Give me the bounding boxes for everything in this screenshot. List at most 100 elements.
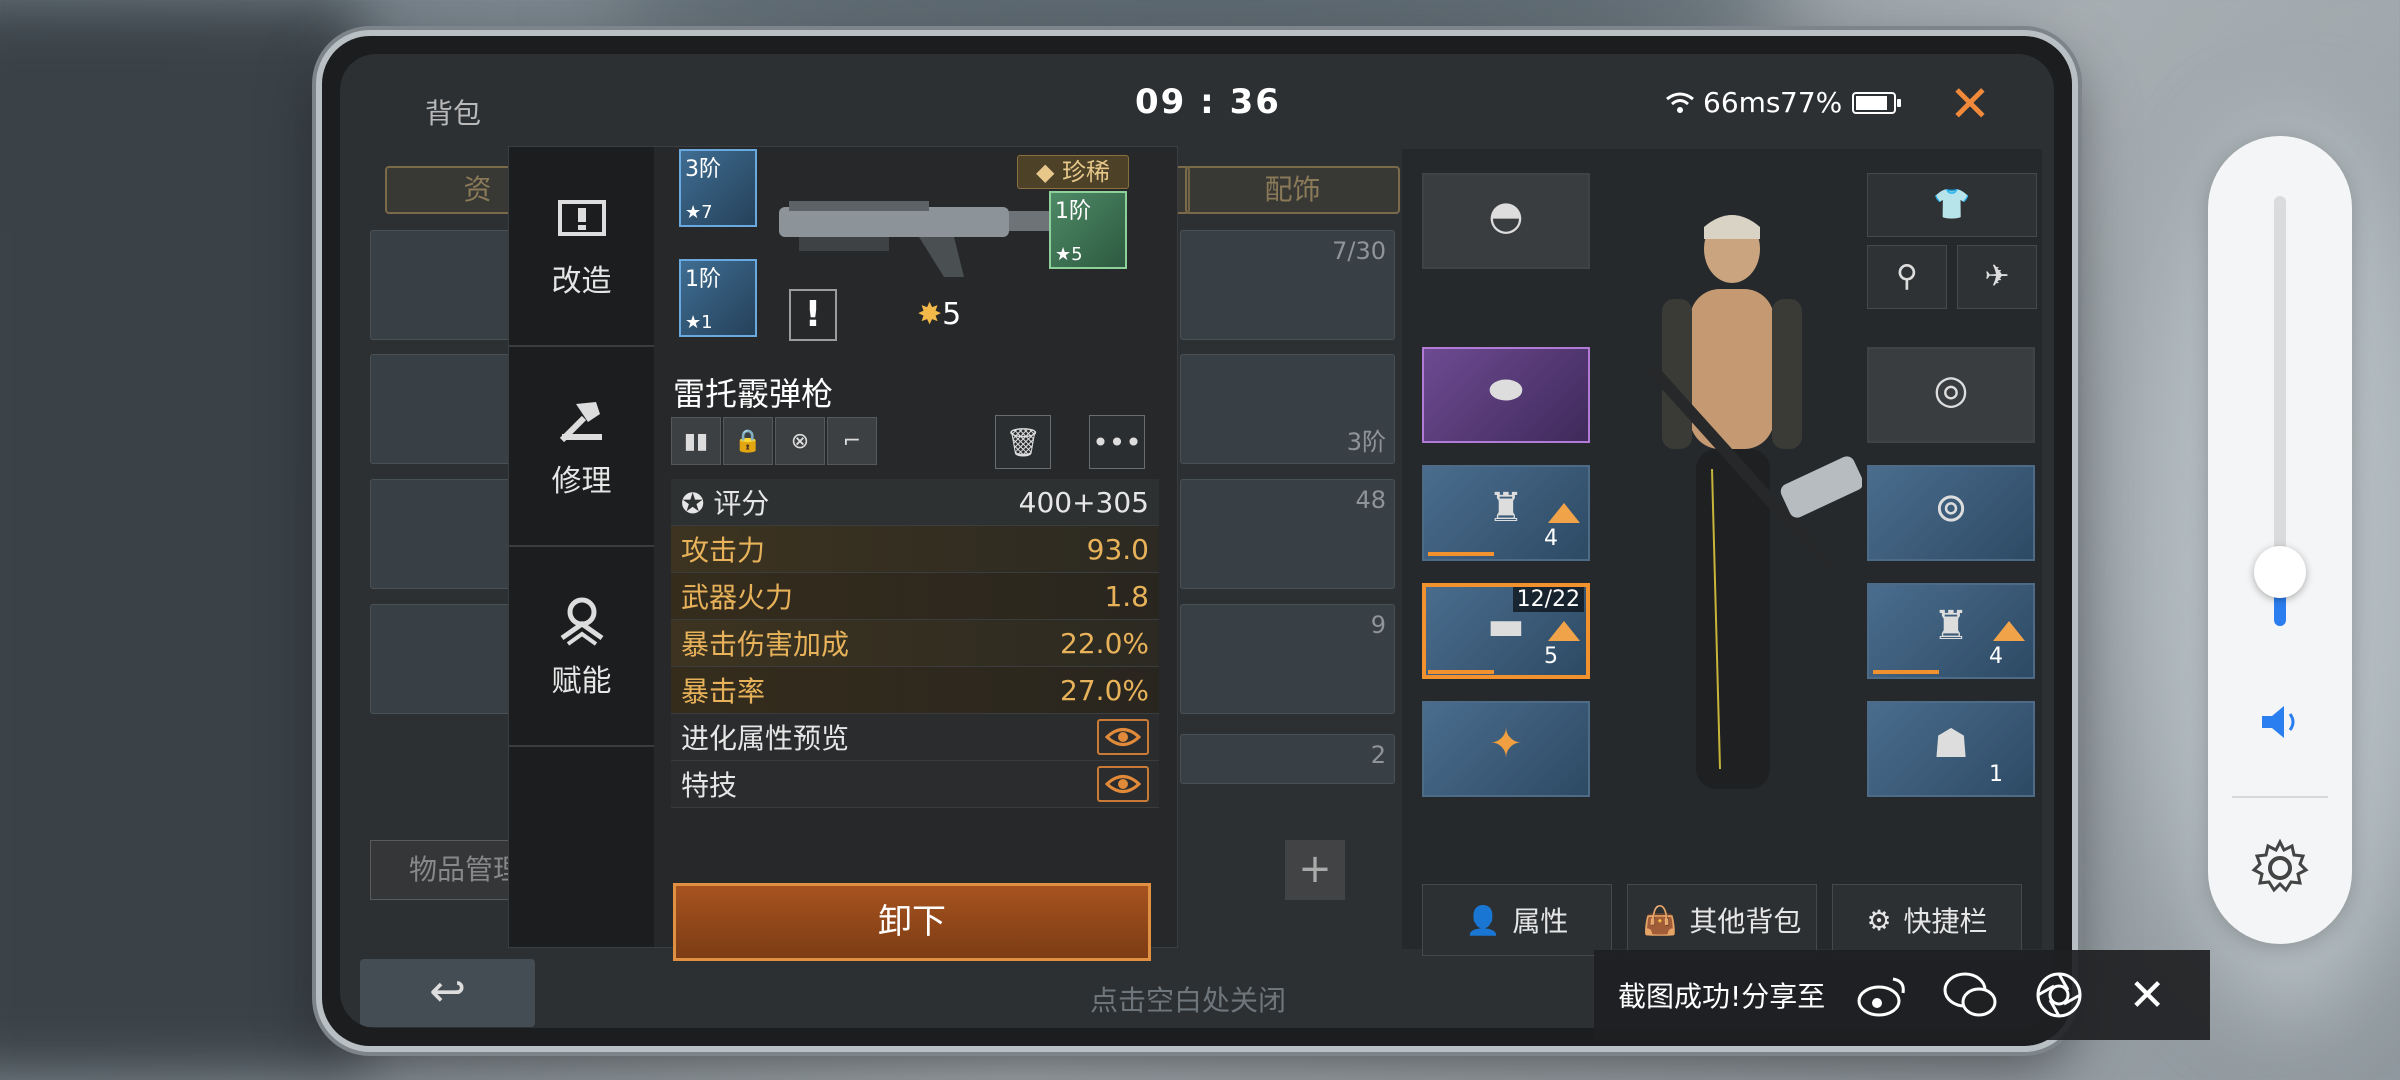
drone-slot[interactable]: ✈ bbox=[1957, 245, 2037, 309]
side-item-label: 赋能 bbox=[551, 664, 612, 699]
close-hint: 点击空白处关闭 bbox=[1090, 984, 1287, 1017]
speaker-icon[interactable] bbox=[2254, 696, 2306, 748]
upgrade-icon bbox=[1548, 503, 1580, 523]
eye-icon[interactable] bbox=[1097, 766, 1149, 802]
more-icon[interactable]: ••• bbox=[1089, 415, 1145, 469]
gear-icon[interactable] bbox=[2248, 836, 2312, 900]
wechat-icon[interactable] bbox=[1941, 965, 2001, 1025]
score-value: 400+305 bbox=[1018, 485, 1149, 519]
bracelet-slot[interactable]: ⊚ bbox=[1867, 465, 2035, 561]
backpack-icon: ⬬ bbox=[1488, 367, 1524, 413]
ammo-icon[interactable]: ▮▮ bbox=[671, 417, 721, 465]
detail-side-menu: 改造 修理 赋能 bbox=[509, 147, 654, 947]
attachment-slot[interactable]: 1阶 ★1 bbox=[679, 259, 757, 337]
modify-icon bbox=[557, 200, 606, 236]
shortcut-bar-button[interactable]: ⚙ 快捷栏 bbox=[1832, 884, 2022, 956]
phone-frame: 背包 09 : 36 66ms 77% ✕ 资 道具 配饰 7/30 3阶 48… bbox=[322, 36, 2072, 1046]
ring-icon: ◎ bbox=[1933, 367, 1969, 413]
skill-row[interactable]: 特技 bbox=[671, 761, 1159, 808]
star-icon: ✸ bbox=[917, 297, 943, 332]
weapon-detail-panel: 改造 修理 赋能 3阶 ★7 1阶 ★1 1阶 ★5 ◆ 珍稀 ! ✸5 雷托霰… bbox=[508, 146, 1178, 961]
weapon-name: 雷托霰弹枪 bbox=[673, 375, 834, 413]
back-button[interactable]: ↩ bbox=[360, 959, 535, 1027]
side-item-label: 修理 bbox=[551, 464, 612, 499]
tab-accessories[interactable]: 配饰 bbox=[1185, 166, 1400, 214]
lock-icon[interactable]: 🔒 bbox=[723, 417, 773, 465]
inventory-cell[interactable]: 7/30 bbox=[1180, 230, 1395, 340]
attributes-button[interactable]: 👤 属性 bbox=[1422, 884, 1612, 956]
turret-slot[interactable]: ⚲ bbox=[1867, 245, 1947, 309]
secondary-armor-slot[interactable]: ♜ 4 bbox=[1867, 583, 2035, 679]
bracelet-icon: ⊚ bbox=[1934, 485, 1968, 531]
inventory-cell[interactable]: 3阶 bbox=[1180, 354, 1395, 464]
weapon-preview: 3阶 ★7 1阶 ★1 1阶 ★5 ◆ 珍稀 ! ✸5 bbox=[669, 147, 1169, 367]
stat-row: 暴击率 27.0% bbox=[671, 667, 1159, 714]
moments-icon[interactable] bbox=[2029, 965, 2089, 1025]
armor-slot[interactable]: ♜ 4 bbox=[1422, 465, 1590, 561]
volume-knob[interactable] bbox=[2254, 546, 2306, 598]
volume-panel bbox=[2208, 136, 2352, 944]
stat-row: 武器火力 1.8 bbox=[671, 573, 1159, 620]
close-icon[interactable]: ✕ bbox=[1940, 74, 2000, 134]
unload-button[interactable]: 卸下 bbox=[673, 883, 1151, 961]
backpack-slot[interactable]: ⬬ bbox=[1422, 347, 1590, 443]
weapon-slot[interactable]: ▬ 12/22 5 bbox=[1422, 583, 1590, 679]
attachment-slot[interactable]: 1阶 ★5 bbox=[1049, 191, 1127, 269]
inventory-cell[interactable]: 9 bbox=[1180, 604, 1395, 714]
side-item-empower[interactable]: 赋能 bbox=[509, 547, 654, 747]
cap-icon: ◓ bbox=[1488, 193, 1524, 239]
weibo-icon[interactable] bbox=[1853, 965, 1913, 1025]
stat-row: 暴击伤害加成 22.0% bbox=[671, 620, 1159, 667]
robot-pet-icon: ☗ bbox=[1933, 721, 1969, 767]
battery-status: 77% bbox=[1780, 86, 1902, 119]
side-item-modify[interactable]: 改造 bbox=[509, 147, 654, 347]
shirt-icon: 👕 bbox=[1933, 187, 1971, 222]
screenshot-toast: 截图成功!分享至 ✕ bbox=[1594, 950, 2210, 1040]
toast-text: 截图成功!分享至 bbox=[1618, 980, 1826, 1013]
weapon-tags: ▮▮ 🔒 ⊗ ⌐ bbox=[671, 417, 877, 465]
shotgun-image bbox=[779, 201, 1049, 277]
pet-slot[interactable]: ☗ 1 bbox=[1867, 701, 2035, 797]
side-item-label: 改造 bbox=[551, 264, 612, 299]
helmet-slot[interactable]: ◓ bbox=[1422, 173, 1590, 269]
delete-icon[interactable]: 🗑 bbox=[995, 415, 1051, 469]
outfit-slot[interactable]: 👕 bbox=[1867, 173, 2037, 237]
clock: 09 : 36 bbox=[1135, 82, 1281, 122]
drone-icon: ✈ bbox=[1984, 259, 2010, 294]
other-bags-button[interactable]: 👜 其他背包 bbox=[1627, 884, 1817, 956]
background-left-blur bbox=[0, 0, 360, 1080]
game-screen: 背包 09 : 36 66ms 77% ✕ 资 道具 配饰 7/30 3阶 48… bbox=[340, 54, 2054, 1028]
battery-icon bbox=[1852, 91, 1902, 114]
toast-close-icon[interactable]: ✕ bbox=[2117, 965, 2177, 1025]
wifi-icon bbox=[1666, 92, 1694, 113]
bag-icon: 👜 bbox=[1642, 903, 1678, 937]
page-title: 背包 bbox=[425, 97, 482, 130]
battery-percent: 77% bbox=[1780, 86, 1843, 119]
evolution-preview-row[interactable]: 进化属性预览 bbox=[671, 714, 1159, 761]
gun-type-icon[interactable]: ⌐ bbox=[827, 417, 877, 465]
leaf-weapon-icon: ✦ bbox=[1489, 721, 1523, 767]
ping-value: 66ms bbox=[1703, 86, 1781, 119]
score-row: ✪ 评分 400+305 bbox=[671, 479, 1159, 526]
attachment-slot[interactable]: 3阶 ★7 bbox=[679, 149, 757, 227]
crosshair-icon[interactable]: ⊗ bbox=[775, 417, 825, 465]
melee-slot[interactable]: ✦ bbox=[1422, 701, 1590, 797]
ring-slot[interactable]: ◎ bbox=[1867, 347, 2035, 443]
star-level: ✸5 bbox=[917, 297, 962, 332]
eye-icon[interactable] bbox=[1097, 719, 1149, 755]
character-model bbox=[1647, 215, 1862, 789]
network-status: 66ms bbox=[1665, 86, 1781, 119]
rarity-badge: ◆ 珍稀 bbox=[1017, 155, 1129, 189]
score-icon: ✪ bbox=[681, 487, 714, 520]
upgrade-icon bbox=[1993, 621, 2025, 641]
upgrade-icon bbox=[1548, 621, 1580, 641]
inventory-cell[interactable]: 48 bbox=[1180, 479, 1395, 589]
add-currency-button[interactable]: + bbox=[1285, 840, 1345, 900]
divider bbox=[2232, 796, 2328, 798]
person-icon: 👤 bbox=[1465, 903, 1501, 937]
warning-icon[interactable]: ! bbox=[789, 289, 837, 341]
status-bar: 背包 09 : 36 66ms 77% ✕ bbox=[340, 54, 2054, 144]
empower-icon bbox=[560, 597, 603, 646]
inventory-cell[interactable]: 2 bbox=[1180, 734, 1395, 784]
side-item-repair[interactable]: 修理 bbox=[509, 347, 654, 547]
